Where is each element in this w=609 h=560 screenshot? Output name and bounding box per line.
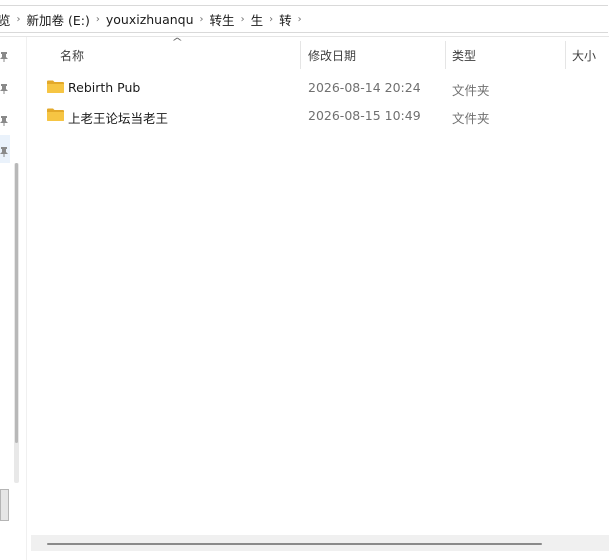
file-row[interactable]: 上老王论坛当老王 2026-08-15 10:49 文件夹 (40, 102, 605, 128)
horizontal-scrollbar-thumb[interactable] (47, 543, 542, 545)
horizontal-scrollbar[interactable] (31, 535, 609, 551)
breadcrumb-item-zhuan[interactable]: 转 (277, 10, 294, 29)
pin-icon[interactable] (0, 116, 8, 126)
pin-icon[interactable] (0, 147, 8, 157)
sort-up-icon: ^ (171, 37, 184, 48)
column-header-name[interactable]: 名称 (60, 47, 84, 64)
chevron-right-icon[interactable]: › (13, 14, 25, 25)
pin-icon[interactable] (0, 84, 8, 94)
breadcrumb[interactable]: 览 › 新加卷 (E:) › youxizhuanqu › 转生 › 生 › 转… (0, 5, 608, 33)
navigation-pane[interactable] (0, 37, 27, 560)
column-headers: ^ 名称 修改日期 类型 大小 (28, 37, 609, 70)
chevron-right-icon[interactable]: › (196, 14, 208, 25)
breadcrumb-item-zhuansheng[interactable]: 转生 (208, 10, 237, 29)
column-divider[interactable] (300, 41, 301, 69)
file-modified: 2026-08-15 10:49 (308, 108, 421, 123)
nav-item-partial[interactable] (0, 489, 9, 521)
breadcrumb-item-root[interactable]: 览 (0, 10, 13, 29)
breadcrumb-item-sheng[interactable]: 生 (249, 10, 266, 29)
address-bar[interactable]: 览 › 新加卷 (E:) › youxizhuanqu › 转生 › 生 › 转… (0, 0, 609, 37)
column-divider[interactable] (565, 41, 566, 69)
file-list[interactable]: ^ 名称 修改日期 类型 大小 Rebirth Pub 2026-08-14 2… (28, 37, 609, 560)
file-name[interactable]: Rebirth Pub (68, 80, 140, 95)
breadcrumb-item-drive[interactable]: 新加卷 (E:) (25, 10, 92, 29)
file-type: 文件夹 (452, 111, 490, 126)
chevron-right-icon[interactable]: › (92, 14, 104, 25)
column-header-size[interactable]: 大小 (572, 47, 596, 64)
breadcrumb-item-youxizhuanqu[interactable]: youxizhuanqu (104, 12, 196, 27)
file-modified: 2026-08-14 20:24 (308, 80, 421, 95)
file-type: 文件夹 (452, 83, 490, 98)
pin-icon[interactable] (0, 52, 8, 62)
folder-icon (47, 108, 64, 121)
nav-scrollbar[interactable] (14, 163, 19, 483)
chevron-right-icon[interactable]: › (265, 14, 277, 25)
file-row[interactable]: Rebirth Pub 2026-08-14 20:24 文件夹 (40, 74, 605, 100)
column-header-modified[interactable]: 修改日期 (308, 47, 356, 64)
chevron-right-icon[interactable]: › (237, 14, 249, 25)
column-divider[interactable] (445, 41, 446, 69)
chevron-right-icon[interactable]: › (294, 14, 306, 25)
folder-icon (47, 80, 64, 93)
nav-scrollbar-thumb[interactable] (15, 163, 18, 443)
column-header-type[interactable]: 类型 (452, 47, 476, 64)
file-name[interactable]: 上老王论坛当老王 (68, 108, 168, 127)
